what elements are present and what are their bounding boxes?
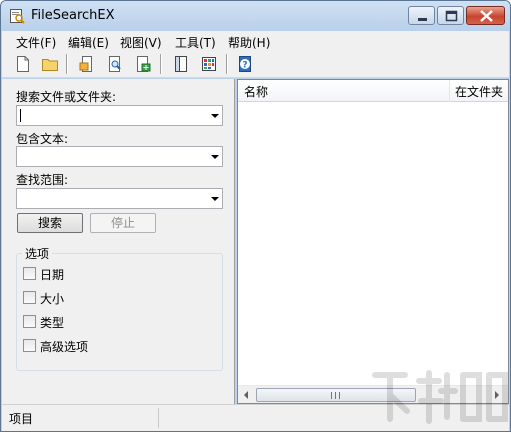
export-button[interactable]: [132, 53, 154, 75]
options-title: 选项: [22, 245, 53, 262]
grid-icon: [202, 57, 216, 71]
grid-button[interactable]: [198, 53, 220, 75]
chevron-down-icon[interactable]: [211, 197, 219, 201]
scope-input[interactable]: [20, 191, 200, 206]
minimize-button[interactable]: [408, 6, 435, 25]
maximize-button[interactable]: [437, 6, 464, 25]
scope-combo[interactable]: [16, 188, 223, 209]
column-divider[interactable]: [449, 80, 450, 102]
advanced-label: 高级选项: [40, 340, 89, 354]
status-text: 项目: [9, 412, 34, 426]
scope-label: 查找范围:: [16, 173, 69, 187]
help-button[interactable]: ?: [234, 53, 256, 75]
close-button[interactable]: [466, 6, 505, 25]
stop-button[interactable]: 停止: [90, 213, 156, 233]
text-combo[interactable]: [16, 146, 223, 167]
column-name[interactable]: 名称: [244, 83, 268, 100]
open-button[interactable]: [39, 53, 61, 75]
grip-line: [339, 392, 340, 399]
chevron-down-icon[interactable]: [211, 114, 219, 118]
search-button[interactable]: 搜索: [17, 213, 83, 233]
minimize-icon: [418, 18, 427, 21]
name-label: 搜索文件或文件夹:: [16, 90, 117, 104]
help-icon: ?: [239, 56, 251, 72]
panel-button[interactable]: [170, 53, 192, 75]
name-input[interactable]: [20, 108, 200, 123]
menu-help[interactable]: 帮助(H): [228, 34, 270, 51]
title-bar[interactable]: FileSearchEX: [1, 1, 510, 31]
toolbar-separator: [66, 54, 68, 74]
app-icon: [10, 9, 25, 24]
advanced-checkbox[interactable]: [23, 339, 36, 352]
menu-view[interactable]: 视图(V): [120, 34, 162, 51]
status-divider: [158, 408, 159, 428]
date-label: 日期: [40, 268, 65, 282]
app-window: FileSearchEX 文件(F) 编辑(E) 视图(V) 工具(T) 帮助(…: [0, 0, 511, 432]
results-list[interactable]: 名称 在文件夹: [237, 79, 509, 404]
watermark-logo: [372, 370, 508, 424]
menu-edit[interactable]: 编辑(E): [68, 34, 109, 51]
toolbar-separator: [160, 54, 162, 74]
size-checkbox[interactable]: [23, 291, 36, 304]
date-checkbox[interactable]: [23, 267, 36, 280]
svg-text:?: ?: [242, 61, 247, 71]
find-button[interactable]: [104, 53, 126, 75]
type-checkbox[interactable]: [23, 315, 36, 328]
column-folder[interactable]: 在文件夹: [455, 83, 507, 100]
open-folder-icon: [42, 59, 58, 71]
open-file-button[interactable]: [76, 53, 98, 75]
page-export-icon: [137, 56, 151, 72]
name-combo[interactable]: [16, 105, 223, 126]
text-caret: [20, 109, 21, 122]
toolbar: ?: [2, 51, 509, 78]
menu-file[interactable]: 文件(F): [16, 34, 56, 51]
maximize-icon: [445, 10, 458, 22]
new-button[interactable]: [12, 53, 34, 75]
window-title: FileSearchEX: [31, 8, 115, 23]
toolbar-separator: [226, 54, 228, 74]
type-label: 类型: [40, 316, 65, 330]
chevron-down-icon[interactable]: [211, 155, 219, 159]
grip-line: [335, 392, 336, 399]
size-label: 大小: [40, 292, 65, 306]
scroll-left-icon[interactable]: [244, 391, 248, 399]
grip-line: [331, 392, 332, 399]
close-icon: [480, 10, 493, 22]
text-label: 包含文本:: [16, 132, 69, 146]
panel-icon: [175, 56, 187, 72]
new-file-icon: [17, 56, 29, 72]
search-panel: 搜索文件或文件夹: 包含文本: 查找范围: 搜索 停止 选项 日期 大小 类型 …: [2, 79, 235, 404]
page-find-icon: [109, 56, 121, 72]
menu-bar: 文件(F) 编辑(E) 视图(V) 工具(T) 帮助(H): [2, 31, 509, 51]
list-header: 名称 在文件夹: [238, 80, 508, 102]
menu-tools[interactable]: 工具(T): [175, 34, 216, 51]
text-input[interactable]: [20, 149, 200, 164]
page-icon: [79, 56, 92, 72]
